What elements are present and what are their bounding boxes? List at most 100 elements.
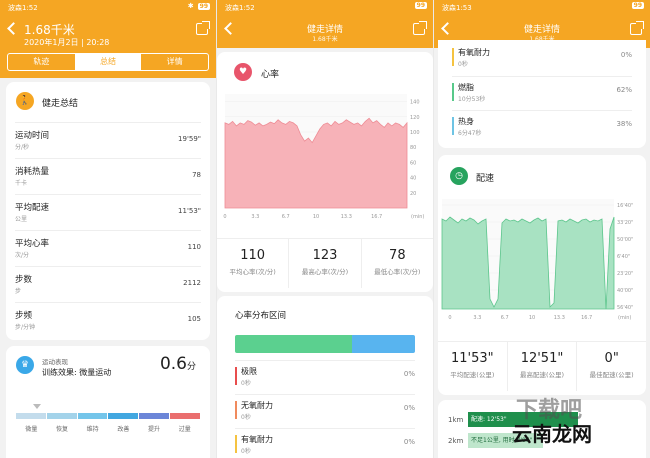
zone-name: 有氧耐力 [241, 435, 273, 444]
summary-row: 消耗热量 千卡 78 [15, 158, 201, 192]
x-tick-label: 13.3 [554, 315, 565, 321]
page-title: 1.68千米 [24, 23, 75, 37]
performance-card: ♛ 运动表现 训练效果: 微量运动 0.6分 微量 恢复 维持 改善 提升 过量 [6, 346, 210, 458]
row-unit: 步 [15, 288, 22, 295]
y-tick-label: 50'00" [617, 237, 633, 243]
page-subtitle: 2020年1月2日 | 20:28 [24, 38, 110, 47]
status-bar: 波森1:52 ✱ 99 [0, 0, 216, 14]
performance-scale [16, 413, 200, 419]
zone-duration: 0秒 [241, 448, 251, 455]
heart-icon: ♥ [234, 63, 252, 81]
y-tick-label: 33'20" [617, 220, 633, 226]
pace-title: 配速 [476, 174, 495, 184]
scale-segment [108, 413, 139, 419]
heart-title: 心率 [261, 70, 280, 80]
stat-value: 78 [389, 248, 406, 263]
zone-duration: 10分53秒 [458, 96, 486, 103]
stat-label: 最高配速(公里) [519, 371, 565, 379]
zone-color-bar [452, 117, 454, 135]
zone-color-bar [452, 48, 454, 66]
x-tick-label: 6.7 [282, 214, 290, 220]
heart-detail-screen: 波森1:52 99 健走详情 1.68千米 ♥ 心率 140 120 100 80 60… [217, 0, 433, 458]
stat-item: 12'51" 最高配速(公里) [508, 342, 578, 391]
stat-item: 78 最低心率(次/分) [362, 239, 433, 288]
zone-percent: 0% [403, 370, 415, 378]
row-value: 105 [187, 315, 201, 323]
row-label: 消耗热量 [15, 167, 50, 177]
stat-label: 最低心率(次/分) [374, 268, 421, 276]
x-tick-label: 10 [529, 315, 535, 321]
x-tick-label: 0 [448, 315, 451, 321]
y-tick-label: 80 [410, 145, 416, 151]
status-bar: 波森1:52 99 [217, 0, 433, 14]
page-subtitle: 1.68千米 [312, 36, 338, 43]
share-icon[interactable] [196, 21, 210, 35]
performance-score: 0.6分 [159, 354, 196, 374]
zone-color-bar [235, 367, 237, 385]
stat-item: 11'53" 平均配速(公里) [438, 342, 508, 391]
y-tick-label: 56'40" [617, 305, 633, 311]
heart-card: ♥ 心率 140 120 100 80 60 40 20 0 3.3 6.7 10 13.3 16.7 (… [217, 52, 433, 292]
y-tick-label: 40'00" [617, 288, 633, 294]
stat-item: 110 平均心率(次/分) [217, 239, 290, 288]
zone-row: 极限 0秒 0% [235, 360, 415, 392]
zone-duration: 6分47秒 [458, 130, 482, 137]
stat-label: 平均配速(公里) [450, 371, 495, 379]
stat-label: 最佳配速(公里) [589, 371, 634, 379]
row-label: 步数 [15, 275, 33, 285]
detail-header: 波森1:52 99 健走详情 1.68千米 [217, 0, 433, 48]
zone-fatburn-segment [235, 335, 352, 353]
zone-percent: 0% [403, 438, 415, 446]
heart-stats: 110 平均心率(次/分) 123 最高心率(次/分) 78 最低心率(次/分) [217, 238, 433, 288]
x-tick-label: 13.3 [341, 214, 352, 220]
stat-value: 0" [604, 351, 619, 366]
row-label: 运动时间 [15, 131, 50, 141]
y-tick-label: 23'20" [617, 271, 633, 277]
y-tick-label: 6'40" [617, 254, 630, 260]
y-tick-label: 120 [410, 115, 420, 121]
x-tick-label: 0 [223, 214, 226, 220]
row-value: 110 [187, 243, 201, 251]
zone-color-bar [235, 435, 237, 453]
summary-row: 步频 步/分钟 105 [15, 302, 201, 336]
summary-header: 波森1:52 ✱ 99 1.68千米 2020年1月2日 | 20:28 轨迹 总… [0, 0, 216, 78]
pace-series [441, 216, 615, 310]
y-tick-label: 140 [410, 100, 420, 106]
heart-zones-card: 心率分布区间 极限 0秒 0% 无氧耐力 0秒 0% 有氧耐力 0秒 0% [217, 296, 433, 458]
status-carrier: 波森1:52 [225, 4, 255, 12]
scale-label: 微量 [25, 426, 38, 433]
row-unit: 次/分 [15, 252, 30, 259]
back-icon[interactable] [7, 22, 20, 35]
share-icon[interactable] [630, 21, 644, 35]
row-label: 平均配速 [15, 203, 50, 213]
summary-row: 步数步 2112 [15, 266, 201, 300]
tab-details[interactable]: 详情 [141, 54, 208, 70]
y-tick-label: 60 [410, 160, 416, 166]
pace-chart: 16'40" 33'20" 50'00" 6'40" 23'20" 40'00" 56'40… [441, 199, 633, 321]
section-title: 健走总结 [42, 99, 79, 109]
scale-label: 维持 [86, 426, 99, 433]
scale-segment [16, 413, 46, 419]
zone-percent: 38% [616, 120, 632, 128]
zone-name: 燃脂 [458, 83, 474, 92]
x-tick-label: 3.3 [473, 315, 481, 321]
pace-detail-screen: 波森1:53 99 健走详情 1.68千米 有氧耐力0秒0%燃脂10分53秒62… [434, 0, 650, 458]
tab-summary[interactable]: 总结 [74, 54, 142, 70]
zone-row: 有氧耐力 0秒 0% [452, 42, 632, 74]
zones-title: 心率分布区间 [235, 311, 287, 321]
scale-segment [139, 413, 170, 419]
zone-name: 极限 [241, 367, 257, 376]
row-unit: 公里 [15, 216, 28, 223]
row-label: 平均心率 [15, 239, 50, 249]
tab-track[interactable]: 轨迹 [8, 54, 75, 70]
stat-label: 最高心率(次/分) [301, 268, 349, 276]
zone-color-bar [235, 401, 237, 419]
zone-row: 热身 6分47秒 38% [452, 110, 632, 142]
row-value: 78 [192, 171, 201, 179]
x-tick-label: 16.7 [581, 315, 592, 321]
zone-row: 有氧耐力 0秒 0% [235, 428, 415, 458]
x-unit-label: (min) [618, 315, 631, 321]
battery-icon: 99 [631, 2, 644, 9]
performance-title: 运动表现 [42, 358, 68, 366]
share-icon[interactable] [413, 21, 427, 35]
